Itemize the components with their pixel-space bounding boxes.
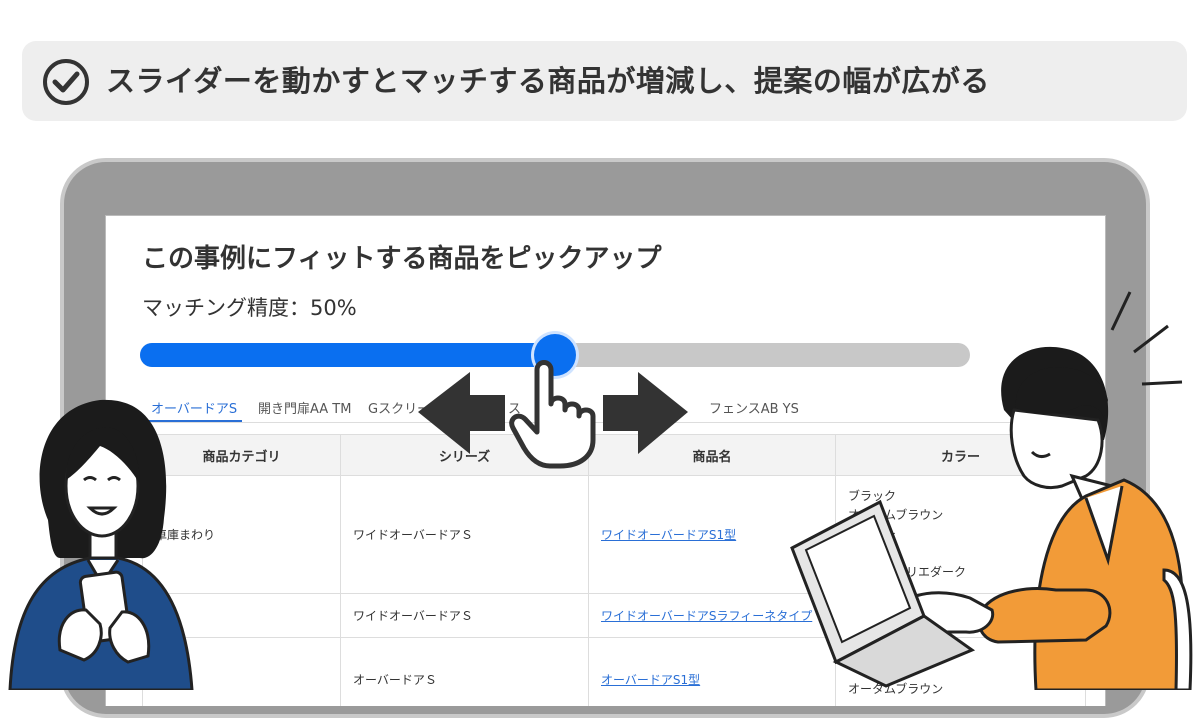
man-illustration — [790, 291, 1193, 690]
hand-pointer-icon — [509, 360, 596, 469]
arrow-left-icon — [418, 372, 505, 454]
arrow-right-icon — [603, 372, 688, 454]
woman-illustration — [8, 399, 194, 690]
